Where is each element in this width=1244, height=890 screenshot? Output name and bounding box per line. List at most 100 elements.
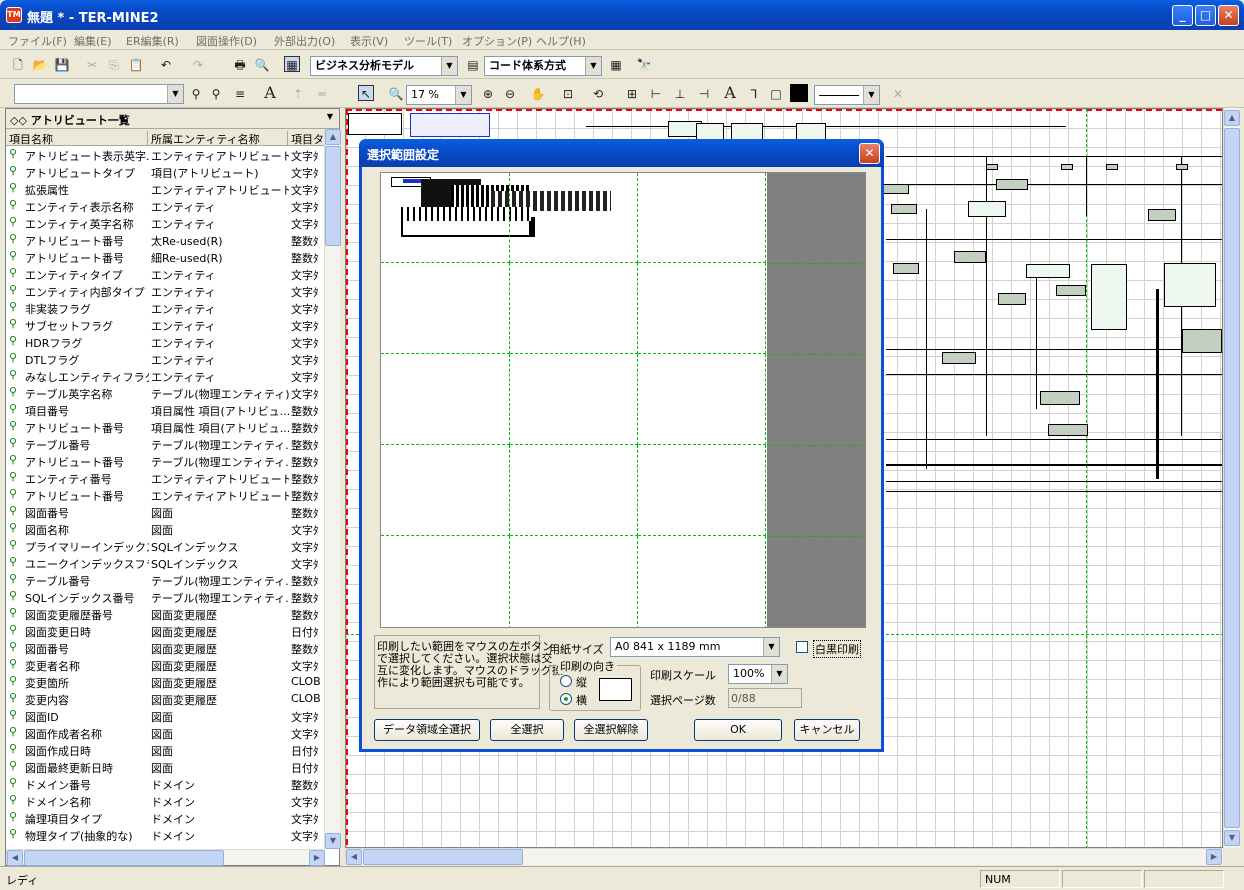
nav-arrows-icon[interactable]: ◇◇ [10,114,31,127]
code-system-select[interactable]: コード体系方式 ▼ [484,56,602,76]
scroll-left-icon[interactable]: ◀ [7,850,23,866]
table-row[interactable]: ⚲ 物理タイプ(抽象的な) ドメイン 文字ﾀ [6,826,324,843]
copy-icon[interactable]: ⎘ [106,57,122,73]
table-row[interactable]: ⚲ アトリビュートタイプ 項目(アトリビュート) 文字ﾀ [6,163,324,180]
attribute-list-icon[interactable]: ≡ [232,86,248,102]
chevron-down-icon[interactable]: ▼ [763,638,779,656]
attribute-edit-icon[interactable]: ⚲ [208,86,224,102]
attribute-add-icon[interactable]: ⚲ [188,86,204,102]
table-row[interactable]: ⚲ ドメイン番号 ドメイン 整数ﾀ [6,775,324,792]
attribute-filter-select[interactable]: ▼ [14,84,184,104]
redo-icon[interactable]: ↷ [190,57,206,73]
fit-page-icon[interactable]: ⊡ [560,86,576,102]
table-row[interactable]: ⚲ アトリビュート番号 テーブル(物理エンティティ... 整数ﾀ [6,452,324,469]
scroll-left-icon[interactable]: ◀ [346,849,362,865]
table-row[interactable]: ⚲ サブセットフラグ エンティティ 文字ﾀ [6,316,324,333]
model-select[interactable]: ビジネス分析モデル ▼ [310,56,458,76]
table-row[interactable]: ⚲ 図面変更履歴番号 図面変更履歴 整数ﾀ [6,605,324,622]
line-style-select[interactable]: ▼ [814,85,880,105]
select-data-area-button[interactable]: データ領域全選択 [374,719,480,741]
table-row[interactable]: ⚲ 項目番号 項目属性 項目(アトリビュ... 整数ﾀ [6,401,324,418]
cut-icon[interactable]: ✂ [84,57,100,73]
table-row[interactable]: ⚲ 図面ID 図面 文字ﾀ [6,707,324,724]
paste-icon[interactable]: 📋 [128,57,144,73]
menu-tools[interactable]: ツール(T) [404,33,452,49]
scroll-thumb[interactable] [24,850,224,866]
table-row[interactable]: ⚲ 図面作成者名称 図面 文字ﾀ [6,724,324,741]
table-row[interactable]: ⚲ DTLフラグ エンティティ 文字ﾀ [6,350,324,367]
chevron-down-icon[interactable]: ▼ [863,86,879,104]
table-row[interactable]: ⚲ プライマリーインデックスフ...SQLインデックス 文字ﾀ [6,537,324,554]
minimize-button[interactable]: _ [1172,5,1193,26]
chevron-down-icon[interactable]: ▼ [441,57,457,75]
table-row[interactable]: ⚲ エンティティ英字名称 エンティティ 文字ﾀ [6,214,324,231]
menu-export[interactable]: 外部出力(O) [274,33,335,49]
text-tool-icon[interactable]: A [722,85,738,101]
table-row[interactable]: ⚲ アトリビュート番号 項目属性 項目(アトリビュ... 整数ﾀ [6,418,324,435]
cancel-button[interactable]: キャンセル [794,719,860,741]
print-icon[interactable]: 🖶 [232,57,248,73]
column-item-name[interactable]: 項目名称 [6,131,148,146]
paper-size-select[interactable]: A0 841 x 1189 mm ▼ [610,637,780,657]
chevron-down-icon[interactable]: ▼ [771,665,787,683]
bw-print-checkbox[interactable] [796,641,808,653]
maximize-button[interactable]: □ [1195,5,1216,26]
table-row[interactable]: ⚲ 図面変更日時 図面変更履歴 日付ﾀ [6,622,324,639]
undo-icon[interactable]: ↶ [158,57,174,73]
bw-print-label[interactable]: 白黒印刷 [813,640,861,658]
table-row[interactable]: ⚲ 図面作成日時 図面 日付ﾀ [6,741,324,758]
grid-icon[interactable]: ▦ [608,57,624,73]
table-row[interactable]: ⚲ ドメイン名称 ドメイン 文字ﾀ [6,792,324,809]
app-icon[interactable]: TM [6,7,22,23]
zoom-in-icon[interactable]: ⊕ [480,86,496,102]
table-row[interactable]: ⚲ 図面番号 図面変更履歴 整数ﾀ [6,639,324,656]
table-row[interactable]: ⚲ 図面最終更新日時 図面 日付ﾀ [6,758,324,775]
table-row[interactable]: ⚲ エンティティ内部タイプ エンティティ 文字ﾀ [6,282,324,299]
subtype-tool-icon[interactable]: ⊥ [672,86,688,102]
diagram-info-block[interactable] [410,113,490,137]
print-scale-select[interactable]: 100% ▼ [728,664,788,684]
scroll-right-icon[interactable]: ▶ [1206,849,1222,865]
entity-tool-icon[interactable]: ⊞ [624,86,640,102]
chevron-down-icon[interactable]: ▼ [167,85,183,103]
diagram-title-block[interactable] [348,113,402,135]
table-row[interactable]: ⚲ ユニークインデックスフラグSQLインデックス 文字ﾀ [6,554,324,571]
canvas-vertical-scrollbar[interactable]: ▲ ▼ [1223,108,1240,848]
line-tool-icon[interactable]: ⅂ [746,86,762,102]
pointer-icon[interactable]: ↖ [358,85,374,101]
deselect-all-button[interactable]: 全選択解除 [574,719,648,741]
new-file-icon[interactable]: 🗋 [10,57,26,73]
scroll-thumb[interactable] [325,146,341,246]
table-row[interactable]: ⚲ アトリビュート番号 太Re-used(R) 整数ﾀ [6,231,324,248]
relation-tool-icon[interactable]: ⊢ [648,86,664,102]
table-row[interactable]: ⚲ エンティティ表示名称 エンティティ 文字ﾀ [6,197,324,214]
zoom-select[interactable]: 17 % ▼ [406,85,472,105]
table-row[interactable]: ⚲ 図面番号 図面 整数ﾀ [6,503,324,520]
menu-help[interactable]: ヘルプ(H) [536,33,586,49]
font-icon[interactable]: A [262,85,278,101]
table-row[interactable]: ⚲ エンティティ番号 エンティティアトリビュート... 整数ﾀ [6,469,324,486]
column-item-type[interactable]: 項目タ [288,131,324,146]
horizontal-scrollbar[interactable]: ◀ ▶ [6,849,325,866]
menu-options[interactable]: オプション(P) [462,33,532,49]
scroll-down-icon[interactable]: ▼ [1224,830,1240,846]
table-row[interactable]: ⚲ 論理項目タイプ ドメイン 文字ﾀ [6,809,324,826]
table-row[interactable]: ⚲ 変更者名称 図面変更履歴 文字ﾀ [6,656,324,673]
table-row[interactable]: ⚲ 非実装フラグ エンティティ 文字ﾀ [6,299,324,316]
connector-tool-icon[interactable]: ⊣ [696,86,712,102]
print-range-icon[interactable]: ▦ [284,56,300,72]
fill-color-icon[interactable] [790,84,808,102]
table-row[interactable]: ⚲ アトリビュート表示英字... エンティティアトリビュート... 文字ﾀ [6,146,324,163]
table-row[interactable]: ⚲ アトリビュート番号 細Re-used(R) 整数ﾀ [6,248,324,265]
close-button[interactable]: ✕ [1218,5,1239,26]
zoom-icon[interactable]: 🔍 [388,86,404,102]
scroll-up-icon[interactable]: ▲ [1224,110,1240,126]
table-row[interactable]: ⚲ テーブル英字名称 テーブル(物理エンティティ) 文字ﾀ [6,384,324,401]
table-row[interactable]: ⚲ 拡張属性 エンティティアトリビュート... 文字ﾀ [6,180,324,197]
delete-icon[interactable]: ✕ [890,86,906,102]
zoom-out-icon[interactable]: ⊖ [502,86,518,102]
menu-file[interactable]: ファイル(F) [8,33,67,49]
scroll-up-icon[interactable]: ▲ [325,129,341,145]
chevron-down-icon[interactable]: ▼ [327,112,333,121]
table-row[interactable]: ⚲ 変更箇所 図面変更履歴 CLOB [6,673,324,690]
